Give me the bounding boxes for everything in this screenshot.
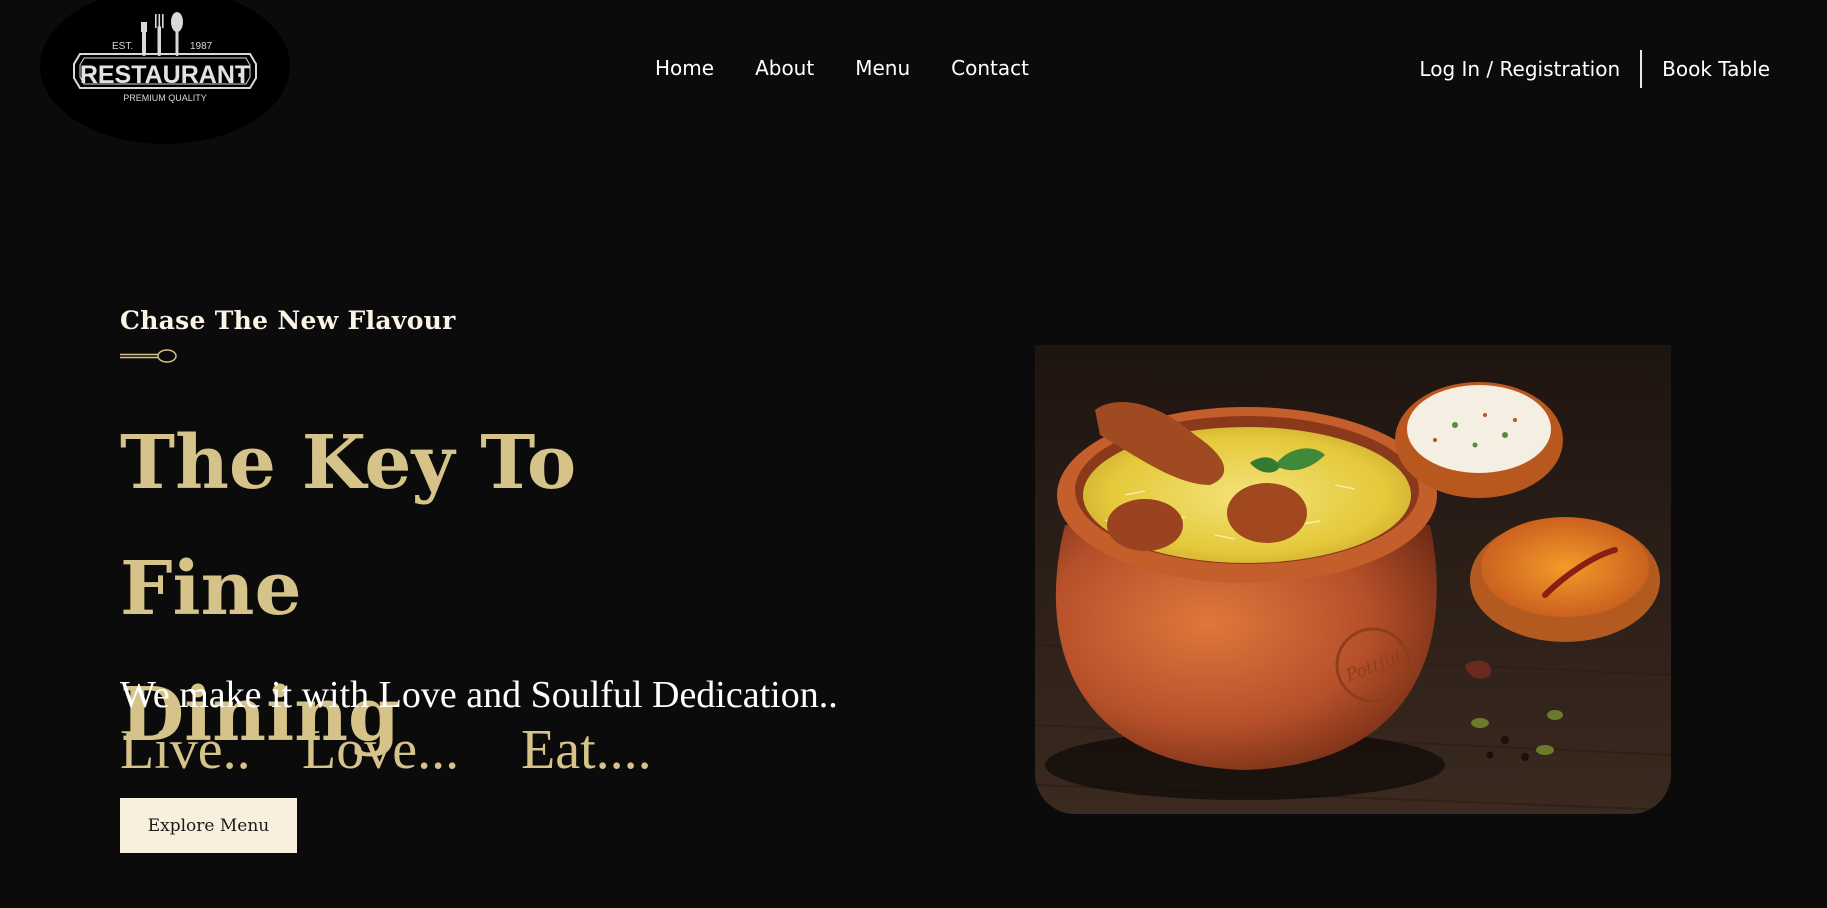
explore-menu-button[interactable]: Explore Menu [120, 798, 297, 853]
triad-eat: Eat.... [521, 719, 652, 781]
landing-page: EST. 1987 RESTAURANT PREMIUM QUALITY Hom… [0, 0, 1827, 908]
triad-live: Live.. [120, 719, 251, 781]
nav-contact[interactable]: Contact [951, 56, 1029, 80]
hero-food-image: Pottful [1035, 345, 1671, 814]
spoon-divider-icon [120, 349, 177, 363]
nav-about[interactable]: About [755, 56, 814, 80]
biryani-pot-image: Pottful [1035, 345, 1671, 814]
logo-est-text: EST. [112, 41, 133, 52]
nav-menu[interactable]: Menu [855, 56, 910, 80]
logo-year-text: 1987 [190, 41, 213, 52]
logo-sub-text: PREMIUM QUALITY [123, 93, 207, 103]
logo-emblem-icon: EST. 1987 RESTAURANT PREMIUM QUALITY [73, 12, 257, 103]
login-link[interactable]: Log In / Registration [1419, 57, 1620, 81]
main-nav: Home About Menu Contact [655, 56, 1029, 80]
restaurant-logo[interactable]: EST. 1987 RESTAURANT PREMIUM QUALITY [40, 0, 290, 144]
nav-home[interactable]: Home [655, 56, 714, 80]
hero-tagline: We make it with Love and Soulful Dedicat… [120, 674, 838, 716]
header-actions: Log In / Registration Book Table [1419, 50, 1770, 88]
book-table-link[interactable]: Book Table [1662, 57, 1770, 81]
headline-line-1: The Key To Fine [120, 420, 577, 632]
hero-kicker: Chase The New Flavour [120, 306, 456, 335]
header-divider [1640, 50, 1643, 88]
hero-triad: Live.. Love... Eat.... [120, 718, 652, 782]
logo-name-text: RESTAURANT [80, 61, 250, 89]
triad-love: Love... [302, 719, 460, 781]
